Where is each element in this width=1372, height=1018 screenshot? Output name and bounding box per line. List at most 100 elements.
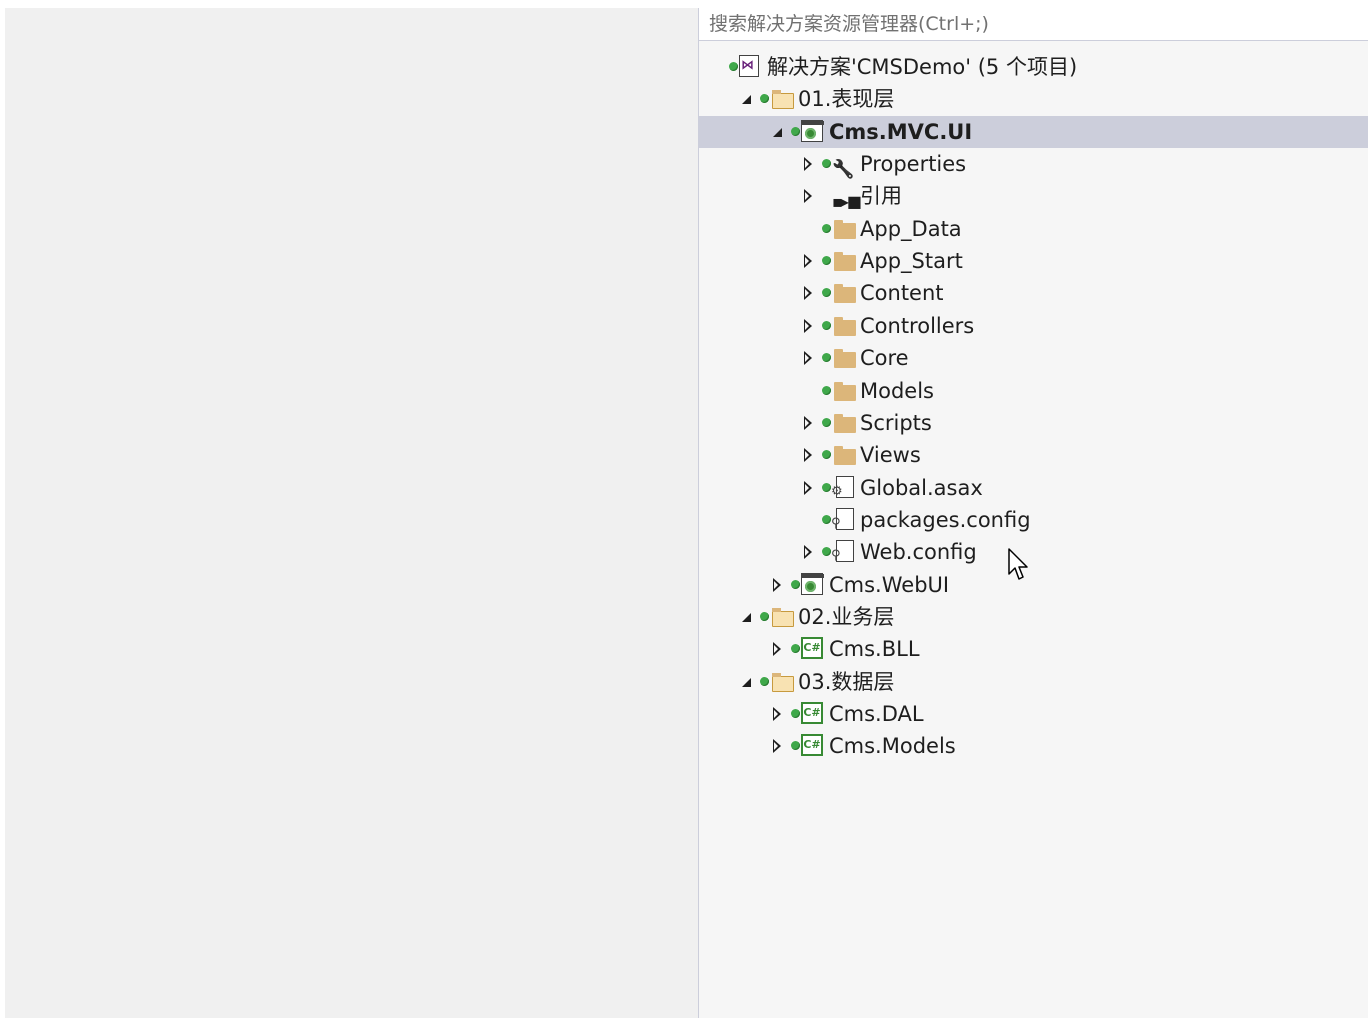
tree-item[interactable]: ⚙ Global.asax [699, 472, 1368, 504]
folder-icon [832, 411, 856, 435]
tree-item[interactable]: Controllers [699, 310, 1368, 342]
expand-arrow-icon[interactable] [801, 310, 815, 342]
folder-icon [832, 379, 856, 403]
tree-item[interactable]: 解决方案'CMSDemo' (5 个项目) [699, 51, 1368, 83]
folder-icon [832, 346, 856, 370]
expand-arrow-icon[interactable] [801, 245, 815, 277]
status-dot-icon [822, 321, 831, 330]
collapse-arrow-icon[interactable] [739, 83, 753, 115]
tree-item[interactable]: C# Cms.Models [699, 730, 1368, 762]
wrench-icon: 🔧 [832, 159, 855, 180]
tree-item[interactable]: Core [699, 342, 1368, 374]
references-icon: ▪▸■ [832, 192, 862, 211]
tree-item[interactable]: ⚲ Web.config [699, 536, 1368, 568]
folder-icon [832, 281, 856, 305]
expand-arrow-icon[interactable] [770, 633, 784, 665]
mouse-cursor-icon [1008, 548, 1028, 580]
tree-item[interactable]: App_Start [699, 245, 1368, 277]
csharp-project-icon: C# [801, 702, 823, 724]
collapse-arrow-icon[interactable] [770, 116, 784, 148]
tree-item-label: Scripts [860, 411, 932, 435]
tree-item[interactable]: App_Data [699, 213, 1368, 245]
expand-arrow-icon[interactable] [770, 698, 784, 730]
config-file-icon: ⚲ [831, 540, 854, 562]
tree-item-label: Models [860, 379, 934, 403]
collapse-arrow-icon[interactable] [739, 601, 753, 633]
status-dot-icon [760, 94, 769, 103]
tree-item-label: Core [860, 346, 909, 370]
tree-item[interactable]: 02.业务层 [699, 601, 1368, 633]
tree-item-label: Content [860, 281, 944, 305]
tree-item-label: packages.config [860, 508, 1031, 532]
expand-arrow-icon[interactable] [801, 148, 815, 180]
tree-item[interactable]: 03.数据层 [699, 666, 1368, 698]
tree-item-label: Global.asax [860, 476, 983, 500]
tree-item-label: Web.config [860, 540, 977, 564]
tree-item[interactable]: 01.表现层 [699, 83, 1368, 115]
tree-item[interactable]: Cms.MVC.UI [699, 116, 1368, 148]
tree-item-label: App_Start [860, 249, 963, 273]
solution-explorer: 搜索解决方案资源管理器(Ctrl+;) 解决方案'CMSDemo' (5 个项目… [698, 8, 1368, 1018]
tree-item-label: App_Data [860, 217, 962, 241]
web-project-icon [801, 120, 824, 142]
tree-item-label: 02.业务层 [798, 605, 895, 629]
expand-arrow-icon[interactable] [801, 407, 815, 439]
tree-item-label: Cms.BLL [829, 637, 920, 661]
tree-item[interactable]: C# Cms.BLL [699, 633, 1368, 665]
expand-arrow-icon[interactable] [801, 277, 815, 309]
tree-item-label: 03.数据层 [798, 670, 895, 694]
folder-icon [832, 217, 856, 241]
status-dot-icon [791, 644, 800, 653]
tree-item-label: Controllers [860, 314, 975, 338]
tree-item-label: Cms.Models [829, 734, 956, 758]
status-dot-icon [760, 677, 769, 686]
expand-arrow-icon[interactable] [801, 439, 815, 471]
tree-item-label: Cms.DAL [829, 702, 924, 726]
tree-item[interactable]: ▪▸■ 引用 [699, 180, 1368, 212]
search-input[interactable]: 搜索解决方案资源管理器(Ctrl+;) [699, 8, 1368, 41]
status-dot-icon [822, 224, 831, 233]
tree-item[interactable]: Scripts [699, 407, 1368, 439]
status-dot-icon [791, 709, 800, 718]
csharp-project-icon: C# [801, 637, 823, 659]
folder-icon [832, 443, 856, 467]
status-dot-icon [791, 741, 800, 750]
status-dot-icon [822, 547, 831, 556]
status-dot-icon [822, 353, 831, 362]
status-dot-icon [822, 159, 831, 168]
collapse-arrow-icon[interactable] [739, 666, 753, 698]
expand-arrow-icon[interactable] [801, 536, 815, 568]
web-project-icon [801, 573, 824, 595]
status-dot-icon [822, 450, 831, 459]
tree-item-label: Properties [860, 152, 967, 176]
status-dot-icon [822, 256, 831, 265]
solution-folder-icon [770, 87, 794, 111]
status-dot-icon [729, 62, 738, 71]
status-dot-icon [822, 515, 831, 524]
tree-item[interactable]: ⚲ packages.config [699, 504, 1368, 536]
expand-arrow-icon[interactable] [770, 569, 784, 601]
tree-item[interactable]: C# Cms.DAL [699, 698, 1368, 730]
search-placeholder: 搜索解决方案资源管理器(Ctrl+;) [709, 13, 989, 35]
folder-icon [832, 249, 856, 273]
expand-arrow-icon[interactable] [770, 730, 784, 762]
global-asax-file-icon: ⚙ [831, 476, 854, 498]
expand-arrow-icon[interactable] [801, 472, 815, 504]
tree-item[interactable]: Cms.WebUI [699, 569, 1368, 601]
tree-item[interactable]: Content [699, 277, 1368, 309]
expand-arrow-icon[interactable] [801, 180, 815, 212]
tree-item-label: 解决方案'CMSDemo' (5 个项目) [767, 55, 1078, 79]
solution-icon [739, 55, 759, 77]
status-dot-icon [822, 288, 831, 297]
expand-arrow-icon[interactable] [801, 342, 815, 374]
status-dot-icon [791, 127, 800, 136]
status-dot-icon [791, 580, 800, 589]
status-dot-icon [760, 612, 769, 621]
status-dot-icon [822, 483, 831, 492]
tree-item[interactable]: Models [699, 375, 1368, 407]
tree-item-label: Cms.WebUI [829, 573, 950, 597]
csharp-project-icon: C# [801, 734, 823, 756]
tree-item[interactable]: 🔧 Properties [699, 148, 1368, 180]
config-file-icon: ⚲ [831, 508, 854, 530]
tree-item[interactable]: Views [699, 439, 1368, 471]
